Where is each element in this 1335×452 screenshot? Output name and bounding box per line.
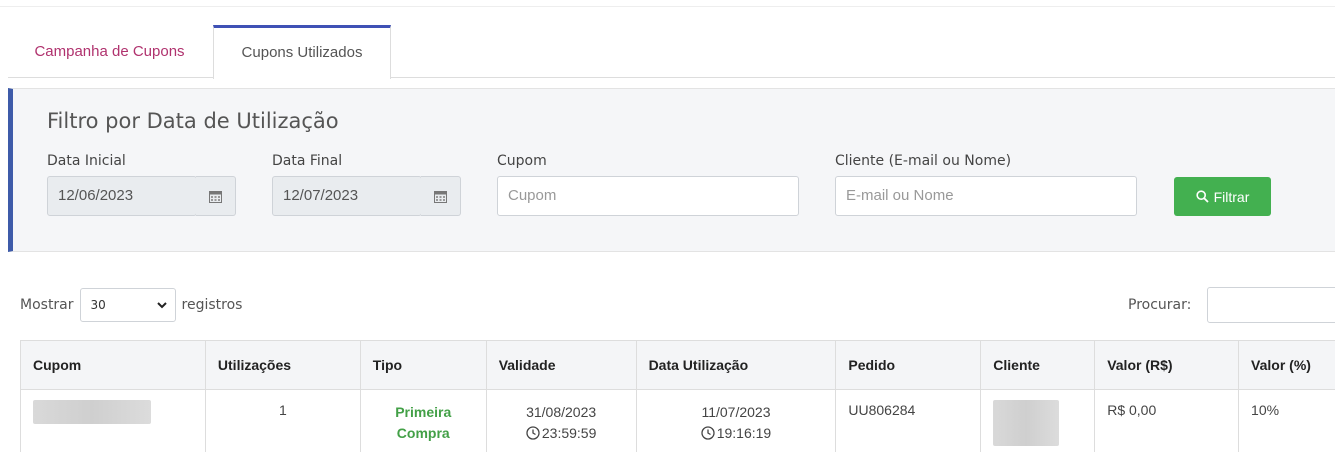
cell-pedido: UU806284 [835,389,982,452]
calendar-icon[interactable] [196,176,236,216]
registros-label: registros [181,297,243,313]
redacted-cupom [33,400,151,424]
search-icon [1196,190,1209,203]
table-header-row: Cupom Utilizações Tipo Validade Data Uti… [20,340,1335,390]
cell-cliente [980,389,1096,452]
cupom-placeholder: Cupom [508,187,557,204]
filter-title: Filtro por Data de Utilização [47,109,339,133]
validade-time: 23:59:59 [541,425,597,441]
search-input[interactable] [1207,287,1335,323]
col-pedido[interactable]: Pedido [835,340,982,390]
filtrar-button[interactable]: Filtrar [1174,177,1271,216]
length-select[interactable]: 30 [79,288,176,322]
tipo-line-2: Compra [396,425,450,441]
data-final-label: Data Final [272,153,343,169]
cell-valor-pct: 10% [1238,389,1335,452]
cell-valor-rs: R$ 0,00 [1094,389,1240,452]
tab-cupons-utilizados[interactable]: Cupons Utilizados [213,25,391,79]
cliente-placeholder: E-mail ou Nome [846,187,954,204]
col-utilizacoes[interactable]: Utilizações [204,340,361,390]
data-final-input[interactable]: 12/07/2023 [272,176,422,216]
tab-campanha-de-cupons[interactable]: Campanha de Cupons [8,25,211,78]
cupons-table: Cupom Utilizações Tipo Validade Data Uti… [20,340,1335,452]
col-cupom[interactable]: Cupom [20,340,206,390]
col-valor-pct[interactable]: Valor (%) [1238,340,1335,390]
data-inicial-label: Data Inicial [47,153,126,169]
cell-validade: 31/08/2023 23:59:59 [485,389,637,452]
col-data-utilizacao[interactable]: Data Utilização [635,340,837,390]
data-utilizacao-date: 11/07/2023 [701,404,771,420]
tab-bar: Campanha de Cupons Cupons Utilizados [8,25,1335,79]
data-utilizacao-time-wrap: 19:16:19 [637,423,836,444]
tipo-line-1: Primeira [395,404,452,420]
cupom-input[interactable]: Cupom [497,176,799,216]
col-valor-rs[interactable]: Valor (R$) [1094,340,1240,390]
mostrar-label: Mostrar [20,297,74,313]
validade-date: 31/08/2023 [526,404,597,420]
clock-icon [526,426,540,440]
top-divider [0,6,1335,7]
col-cliente[interactable]: Cliente [980,340,1096,390]
cell-cupom [20,389,206,452]
validade-time-wrap: 23:59:59 [487,423,636,444]
data-inicial-input[interactable]: 12/06/2023 [47,176,197,216]
cell-tipo: Primeira Compra [359,389,487,452]
cupom-label: Cupom [497,153,547,169]
col-validade[interactable]: Validade [485,340,637,390]
table-row[interactable]: 1 Primeira Compra 31/08/2023 23:59:59 11… [20,389,1335,452]
chevron-down-icon [156,301,167,308]
filtrar-label: Filtrar [1213,188,1250,205]
cell-data-utilizacao: 11/07/2023 19:16:19 [635,389,837,452]
cliente-input[interactable]: E-mail ou Nome [835,176,1137,216]
filter-panel: Filtro por Data de Utilização Data Inici… [8,88,1335,252]
calendar-icon[interactable] [421,176,461,216]
data-utilizacao-time: 19:16:19 [716,425,772,441]
redacted-cliente [993,400,1060,446]
col-tipo[interactable]: Tipo [359,340,487,390]
procurar-label: Procurar: [1128,297,1192,313]
length-control: Mostrar 30 registros [20,288,242,322]
cliente-label: Cliente (E-mail ou Nome) [835,153,1012,169]
clock-icon [701,426,715,440]
cell-utilizacoes: 1 [204,389,361,452]
length-value: 30 [90,298,106,312]
